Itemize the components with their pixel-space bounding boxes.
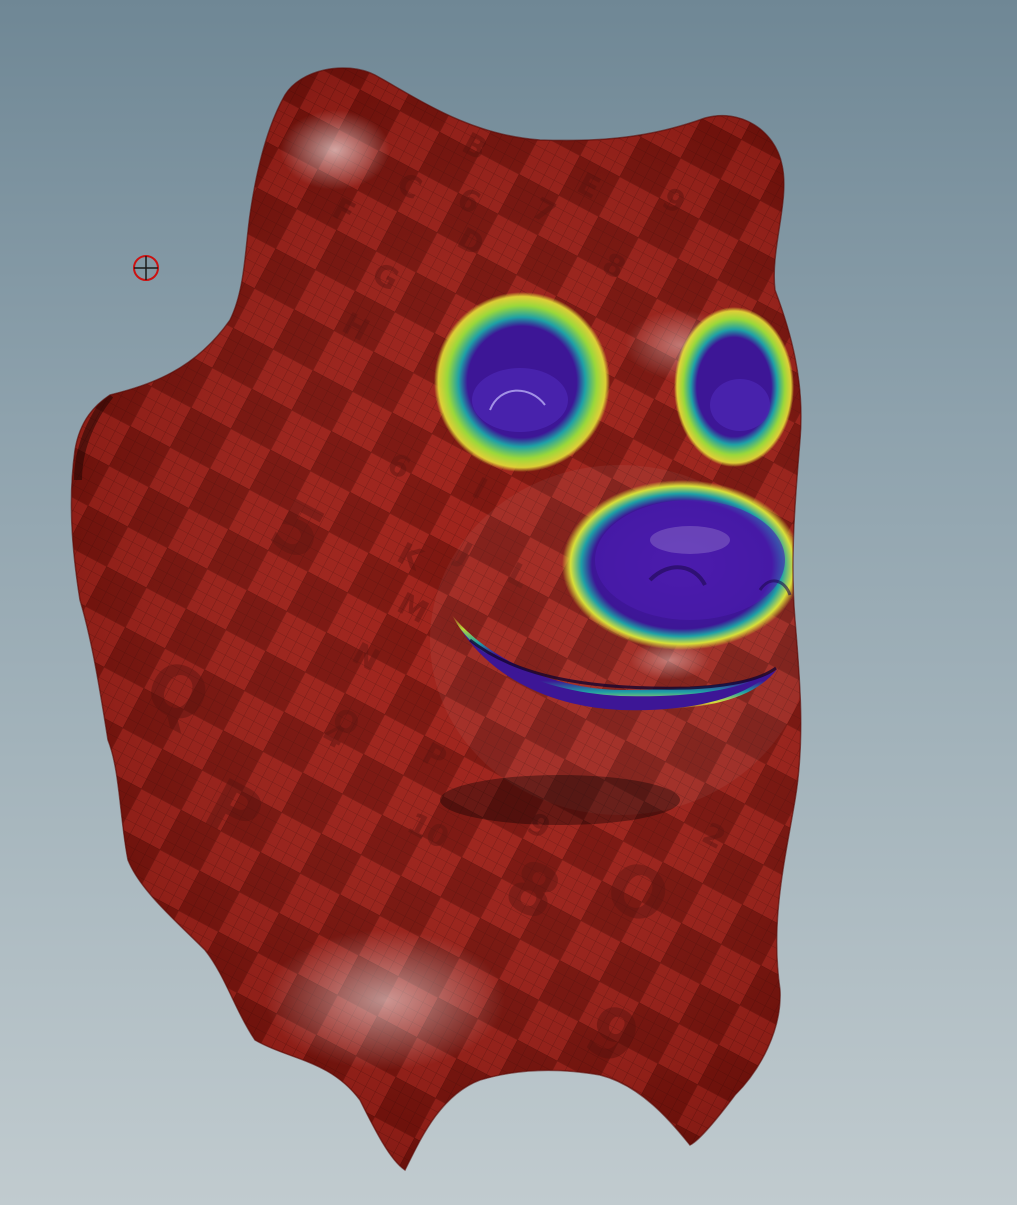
bear-head-mesh[interactable]: BC6D7E89FGH56IJKLMNOP910245QP98O bbox=[0, 0, 1017, 1205]
3d-viewport[interactable]: BC6D7E89FGH56IJKLMNOP910245QP98O bbox=[0, 0, 1017, 1205]
pivot-crosshair-icon[interactable] bbox=[133, 255, 159, 281]
scene-canvas[interactable]: BC6D7E89FGH56IJKLMNOP910245QP98O bbox=[0, 0, 1017, 1205]
